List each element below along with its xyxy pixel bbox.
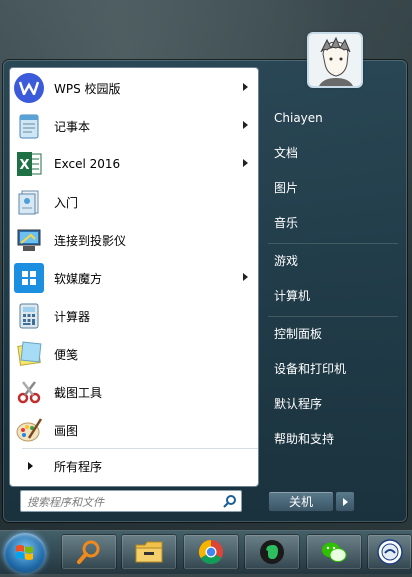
program-label: Excel 2016 [54, 157, 121, 171]
program-list-pane: WPS 校园版 记事本 X Excel 2016 入门 连接到投影仪 软媒魔方 … [9, 67, 259, 487]
search-icon[interactable] [223, 494, 237, 508]
submenu-arrow-icon[interactable] [243, 159, 248, 167]
music-link[interactable]: 音乐 [274, 213, 298, 233]
cube-icon [14, 263, 44, 293]
program-getting-started[interactable]: 入门 [10, 184, 258, 220]
file-explorer-icon [135, 541, 163, 563]
taskbar-file-explorer[interactable] [121, 534, 177, 570]
program-label: 连接到投影仪 [54, 233, 127, 248]
program-sticky-notes[interactable]: 便笺 [10, 336, 258, 372]
divider [22, 448, 258, 449]
paint-icon [14, 415, 44, 445]
sticky-notes-icon [14, 339, 44, 369]
all-programs-button[interactable]: 所有程序 [10, 454, 260, 478]
wps-icon [14, 73, 44, 103]
program-label: 软媒魔方 [54, 271, 103, 286]
search-tool-icon [77, 540, 100, 564]
chevron-right-icon [343, 498, 348, 506]
program-label: 便笺 [54, 347, 79, 362]
default-programs-link[interactable]: 默认程序 [274, 394, 322, 414]
control-panel-link[interactable]: 控制面板 [274, 324, 322, 344]
program-excel[interactable]: X Excel 2016 [10, 146, 258, 182]
search-input[interactable] [21, 492, 223, 513]
user-name-link[interactable]: Chiayen [274, 108, 323, 128]
program-snipping-tool[interactable]: 截图工具 [10, 374, 258, 410]
snipping-tool-icon [14, 377, 44, 407]
expand-arrow-icon [28, 462, 33, 470]
user-avatar[interactable] [309, 34, 361, 86]
devices-printers-link[interactable]: 设备和打印机 [274, 359, 346, 379]
program-label: 计算器 [54, 309, 91, 324]
search-box[interactable] [20, 490, 242, 513]
shutdown-options-button[interactable] [335, 491, 355, 512]
chrome-icon [198, 540, 223, 565]
program-label: 画图 [54, 423, 79, 438]
help-support-link[interactable]: 帮助和支持 [274, 429, 334, 449]
program-wps[interactable]: WPS 校园版 [10, 70, 258, 106]
start-orb-icon[interactable] [4, 533, 46, 573]
taskbar-chrome[interactable] [183, 534, 239, 570]
projector-icon [14, 225, 44, 255]
svg-text:X: X [19, 158, 29, 173]
taskbar-app[interactable] [367, 534, 412, 570]
program-label: 入门 [54, 195, 79, 210]
submenu-arrow-icon[interactable] [243, 121, 248, 129]
program-label: 截图工具 [54, 385, 103, 400]
wechat-icon [322, 542, 347, 562]
taskbar-evernote[interactable] [244, 534, 300, 570]
shutdown-button[interactable]: 关机 [268, 491, 334, 512]
program-label: 记事本 [54, 119, 91, 134]
calculator-icon [14, 301, 44, 331]
all-programs-label: 所有程序 [54, 459, 103, 474]
games-link[interactable]: 游戏 [274, 251, 298, 271]
program-projector[interactable]: 连接到投影仪 [10, 222, 258, 258]
program-label: WPS 校园版 [54, 81, 121, 96]
app-icon [376, 539, 403, 565]
submenu-arrow-icon[interactable] [243, 273, 248, 281]
program-notepad[interactable]: 记事本 [10, 108, 258, 144]
shutdown-label: 关机 [288, 495, 313, 509]
program-paint[interactable]: 画图 [10, 412, 258, 448]
documents-link[interactable]: 文档 [274, 143, 298, 163]
pictures-link[interactable]: 图片 [274, 178, 298, 198]
submenu-arrow-icon[interactable] [243, 83, 248, 91]
excel-icon: X [14, 149, 44, 179]
divider [268, 316, 398, 317]
evernote-icon [260, 540, 284, 564]
program-calculator[interactable]: 计算器 [10, 298, 258, 334]
taskbar-search-tool[interactable] [61, 534, 117, 570]
computer-link[interactable]: 计算机 [274, 286, 310, 306]
program-ruanmei-mofang[interactable]: 软媒魔方 [10, 260, 258, 296]
notepad-icon [14, 111, 44, 141]
taskbar-wechat[interactable] [306, 534, 362, 570]
divider [268, 243, 398, 244]
getting-started-icon [14, 187, 44, 217]
